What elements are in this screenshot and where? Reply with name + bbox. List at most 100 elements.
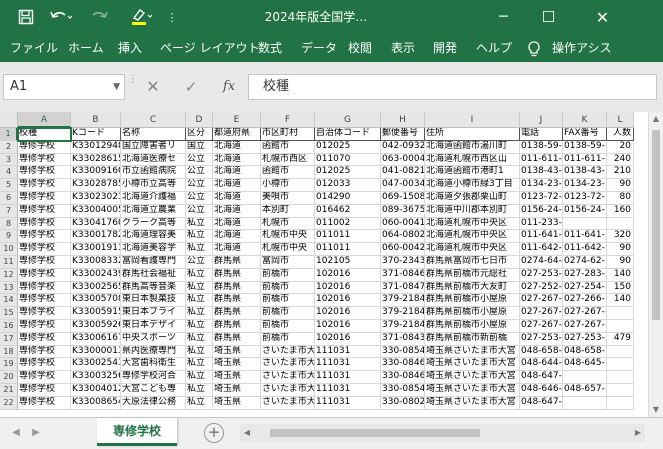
header-cell[interactable]: 人数 — [607, 128, 634, 141]
table-cell[interactable]: 札幌市中央 — [261, 243, 315, 256]
table-cell[interactable]: 公立 — [186, 166, 213, 180]
table-cell[interactable]: 371-0843 — [381, 332, 425, 346]
table-cell[interactable]: 群馬県富岡市七日市 — [425, 256, 520, 269]
table-cell[interactable]: 専修学校 — [18, 166, 71, 180]
table-cell[interactable]: 210 — [607, 166, 634, 180]
tab-home[interactable]: ホーム — [68, 34, 104, 62]
table-cell[interactable]: 048-658- — [520, 345, 563, 359]
table-cell[interactable]: 027-267- — [520, 294, 563, 308]
table-cell[interactable]: 北海道札幌市中央区 — [425, 230, 520, 244]
undo-icon[interactable] — [44, 0, 78, 34]
table-cell[interactable]: 102016 — [315, 320, 381, 333]
table-cell[interactable]: 北海道 — [213, 217, 261, 231]
table-cell[interactable]: K33006167 — [71, 332, 121, 346]
header-cell[interactable]: 郵便番号 — [381, 128, 425, 141]
tell-me-search[interactable]: 操作アシス — [552, 34, 612, 62]
table-cell[interactable]: 前橋市 — [261, 281, 315, 295]
row-header[interactable]: 13 — [0, 281, 18, 295]
table-cell[interactable]: 北海道札幌市西区山 — [425, 153, 520, 167]
table-cell[interactable]: 0134-23- — [563, 179, 607, 192]
table-cell[interactable]: 0156-24- — [520, 204, 563, 218]
table-cell[interactable]: 011-642- — [563, 243, 607, 256]
table-cell[interactable]: 専修学校 — [18, 140, 71, 154]
table-cell[interactable]: 私立 — [186, 281, 213, 295]
table-cell[interactable]: 私立 — [186, 307, 213, 320]
table-cell[interactable]: 048-644- — [520, 358, 563, 372]
table-cell[interactable]: 私立 — [186, 332, 213, 346]
table-cell[interactable]: 専修学校 — [18, 281, 71, 295]
table-cell[interactable]: 群馬県前橋市小屋原 — [425, 320, 520, 333]
table-cell[interactable]: 042-0932 — [381, 140, 425, 154]
table-cell[interactable]: 060-0041 — [381, 217, 425, 231]
table-cell[interactable]: 北海道札幌市中央区 — [425, 217, 520, 231]
table-cell[interactable]: 048-645- — [563, 358, 607, 372]
table-cell[interactable]: 027-267- — [520, 320, 563, 333]
table-cell[interactable]: 011011 — [315, 243, 381, 256]
chevron-down-icon[interactable]: ▼ — [113, 75, 120, 99]
table-cell[interactable]: 012033 — [315, 179, 381, 192]
enter-check-icon[interactable]: ✓ — [180, 74, 202, 100]
table-cell[interactable]: 専修学校 — [18, 230, 71, 244]
table-cell[interactable]: 群馬県 — [213, 294, 261, 308]
table-cell[interactable]: 027-253- — [520, 268, 563, 282]
table-cell[interactable]: 011-641- — [563, 230, 607, 244]
table-cell[interactable]: 函館市 — [261, 166, 315, 180]
table-cell[interactable]: 北海道中川郡本別町 — [425, 204, 520, 218]
table-cell[interactable]: 063-0004 — [381, 153, 425, 167]
row-header[interactable]: 18 — [0, 345, 18, 359]
table-cell[interactable]: 330-0802 — [381, 396, 425, 410]
row-header[interactable]: 5 — [0, 179, 18, 192]
table-cell[interactable]: 北海道介護福 — [121, 192, 186, 205]
table-cell[interactable]: 北海道 — [213, 153, 261, 167]
table-cell[interactable]: 東日本デザイ — [121, 320, 186, 333]
vertical-scrollbar[interactable]: ▲ ▼ — [648, 112, 663, 417]
table-cell[interactable]: 本別町 — [261, 204, 315, 218]
table-cell[interactable]: 011-641- — [520, 230, 563, 244]
table-cell[interactable]: 私立 — [186, 358, 213, 372]
minimize-icon[interactable]: ─ — [481, 0, 526, 34]
table-cell[interactable]: 群馬県前橋市元総社 — [425, 268, 520, 282]
select-all-button[interactable] — [0, 112, 18, 128]
table-cell[interactable]: 埼玉県 — [213, 371, 261, 384]
redo-icon[interactable] — [84, 0, 118, 34]
table-cell[interactable]: K33004005 — [71, 204, 121, 218]
table-cell[interactable]: K33004012 — [71, 384, 121, 397]
table-cell[interactable]: 011070 — [315, 153, 381, 167]
table-cell[interactable]: 20 — [607, 140, 634, 154]
table-cell[interactable]: 公立 — [186, 179, 213, 192]
save-icon[interactable] — [12, 0, 40, 34]
table-cell[interactable]: 群馬県 — [213, 307, 261, 320]
resize-handle-icon[interactable]: ⋮ — [128, 75, 138, 100]
table-cell[interactable]: 011-233- — [520, 217, 563, 231]
column-header-b[interactable]: B — [71, 112, 121, 128]
sheet-tab-active[interactable]: 専修学校 — [97, 418, 177, 446]
customize-toolbar-icon[interactable]: ⋮ — [164, 0, 180, 34]
table-cell[interactable]: 大原法律公務 — [121, 396, 186, 410]
table-cell[interactable]: K33005708 — [71, 294, 121, 308]
table-cell[interactable]: 048-647- — [520, 371, 563, 384]
table-cell[interactable]: 011-611- — [563, 153, 607, 167]
table-cell[interactable]: 群馬県前橋市新前橋 — [425, 332, 520, 346]
column-header-g[interactable]: G — [315, 112, 381, 128]
table-cell[interactable]: 私立 — [186, 371, 213, 384]
row-header[interactable]: 21 — [0, 384, 18, 397]
row-header[interactable]: 17 — [0, 332, 18, 346]
table-cell[interactable]: 埼玉県 — [213, 345, 261, 359]
table-cell[interactable]: 027-283- — [563, 268, 607, 282]
table-cell[interactable] — [607, 396, 634, 410]
table-cell[interactable]: 111031 — [315, 358, 381, 372]
table-cell[interactable]: K33028615 — [71, 153, 121, 167]
table-cell[interactable]: 北海道立農業 — [121, 204, 186, 218]
table-cell[interactable]: 北海道 — [213, 230, 261, 244]
column-header-j[interactable]: J — [520, 112, 563, 128]
table-cell[interactable]: 320 — [607, 230, 634, 244]
table-cell[interactable]: K33002565 — [71, 281, 121, 295]
table-cell[interactable]: さいたま市大 — [261, 384, 315, 397]
table-cell[interactable]: K33002439 — [71, 268, 121, 282]
table-cell[interactable]: K33012948 — [71, 140, 121, 154]
horizontal-scrollbar-thumb[interactable] — [270, 429, 480, 437]
table-cell[interactable]: 027-253- — [520, 332, 563, 346]
table-cell[interactable]: K33008332 — [71, 256, 121, 269]
column-header-l[interactable]: L — [607, 112, 634, 128]
table-cell[interactable]: 111031 — [315, 371, 381, 384]
